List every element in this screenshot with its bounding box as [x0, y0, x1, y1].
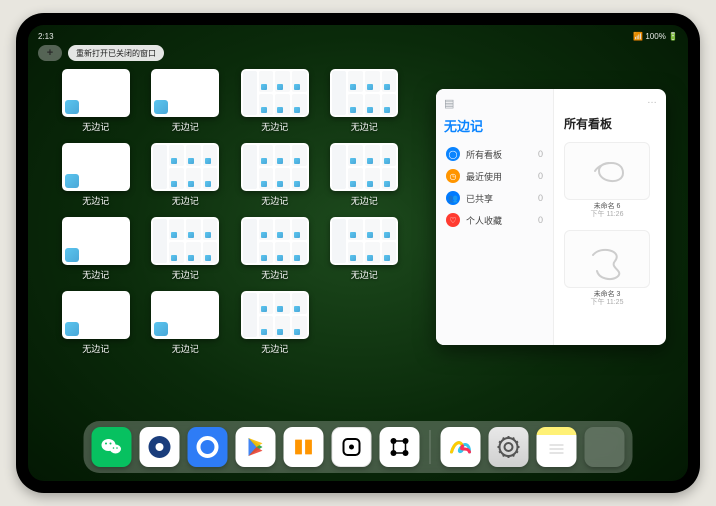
window-thumb[interactable]: 无边记 [150, 217, 222, 281]
sidebar-item-count: 0 [538, 193, 543, 203]
top-bar: + 重新打开已关闭的窗口 [38, 45, 164, 61]
more-options-icon[interactable]: … [647, 95, 658, 106]
dock-play-icon[interactable] [236, 427, 276, 467]
dock-books-icon[interactable] [284, 427, 324, 467]
window-thumb-preview [330, 69, 398, 117]
window-thumb-preview [151, 69, 219, 117]
window-thumb[interactable]: 无边记 [60, 217, 132, 281]
dock-notes-icon[interactable] [537, 427, 577, 467]
board-meta: 未命名 6下午 11:26 [564, 203, 650, 220]
window-thumb-preview [241, 69, 309, 117]
window-thumb-label: 无边记 [172, 120, 199, 133]
window-thumb-preview [330, 217, 398, 265]
window-thumb-label: 无边记 [351, 194, 378, 207]
dock-qqbrowser-icon[interactable] [188, 427, 228, 467]
status-right: 📶 100% 🔋 [633, 32, 678, 41]
window-thumb[interactable]: 无边记 [150, 291, 222, 355]
window-thumb-label: 无边记 [172, 342, 199, 355]
dock-browser-icon[interactable] [140, 427, 180, 467]
sidebar-item-label: 已共享 [466, 192, 493, 205]
app-main: … 所有看板 未命名 6下午 11:26 未命名 3下午 11:25 [554, 89, 666, 345]
window-thumb-preview [241, 143, 309, 191]
status-bar: 2:13 📶 100% 🔋 [28, 29, 688, 43]
window-thumb-preview [241, 217, 309, 265]
new-window-button[interactable]: + [38, 45, 62, 61]
window-thumb-label: 无边记 [82, 342, 109, 355]
window-thumb[interactable]: 无边记 [60, 69, 132, 133]
dock-settings-icon[interactable] [489, 427, 529, 467]
window-thumb[interactable]: 无边记 [329, 69, 401, 133]
window-thumb-preview [62, 69, 130, 117]
window-thumb[interactable]: 无边记 [60, 291, 132, 355]
window-thumb[interactable]: 无边记 [239, 69, 311, 133]
window-thumb-preview [241, 291, 309, 339]
freeform-app-window[interactable]: ▤ 无边记 ◯ 所有看板 0 ◷ 最近使用 0 👥 已共享 0 ♡ 个人收藏 0 … 所有看板 未命名… [436, 89, 666, 345]
window-thumb-label: 无边记 [172, 268, 199, 281]
window-thumb-label: 无边记 [172, 194, 199, 207]
sidebar-item-icon: ◯ [446, 147, 460, 161]
sidebar-toggle-icon[interactable]: ▤ [444, 97, 545, 110]
dock-nodes-icon[interactable] [380, 427, 420, 467]
sidebar-item-icon: ♡ [446, 213, 460, 227]
sidebar-item-count: 0 [538, 149, 543, 159]
sidebar-item[interactable]: 👥 已共享 0 [444, 187, 545, 209]
window-thumb[interactable]: 无边记 [150, 143, 222, 207]
sidebar-title: 无边记 [444, 116, 545, 135]
dock-separator [430, 430, 431, 464]
app-sidebar: ▤ 无边记 ◯ 所有看板 0 ◷ 最近使用 0 👥 已共享 0 ♡ 个人收藏 0 [436, 89, 554, 345]
window-thumb-label: 无边记 [351, 120, 378, 133]
dock [84, 421, 633, 473]
window-thumb-preview [151, 291, 219, 339]
board-card[interactable]: 未命名 6下午 11:26 [564, 142, 650, 220]
status-time: 2:13 [38, 32, 54, 41]
window-thumb-label: 无边记 [351, 268, 378, 281]
window-thumb-label: 无边记 [82, 194, 109, 207]
sidebar-item-icon: ◷ [446, 169, 460, 183]
window-thumb-preview [151, 217, 219, 265]
reopen-closed-window-button[interactable]: 重新打开已关闭的窗口 [68, 45, 164, 61]
window-thumb[interactable]: 无边记 [60, 143, 132, 207]
ipad-screen: 2:13 📶 100% 🔋 + 重新打开已关闭的窗口 无边记无边记无边记无边记无… [28, 25, 688, 481]
window-thumb[interactable]: 无边记 [150, 69, 222, 133]
sidebar-item-count: 0 [538, 171, 543, 181]
window-thumb[interactable]: 无边记 [239, 143, 311, 207]
window-thumb-label: 无边记 [261, 342, 288, 355]
window-thumb[interactable]: 无边记 [329, 143, 401, 207]
ipad-frame: 2:13 📶 100% 🔋 + 重新打开已关闭的窗口 无边记无边记无边记无边记无… [16, 13, 700, 493]
expose-grid: 无边记无边记无边记无边记无边记无边记无边记无边记无边记无边记无边记无边记无边记无… [60, 69, 400, 355]
window-thumb[interactable]: 无边记 [239, 217, 311, 281]
window-thumb[interactable]: 无边记 [329, 217, 401, 281]
window-thumb-label: 无边记 [261, 194, 288, 207]
sidebar-item-count: 0 [538, 215, 543, 225]
dock-freeform-icon[interactable] [441, 427, 481, 467]
window-thumb[interactable]: 无边记 [239, 291, 311, 355]
main-title: 所有看板 [564, 115, 656, 132]
board-thumb [564, 230, 650, 288]
window-thumb-preview [151, 143, 219, 191]
window-thumb-label: 无边记 [82, 120, 109, 133]
dock-dice-icon[interactable] [332, 427, 372, 467]
window-thumb-preview [62, 217, 130, 265]
window-thumb-preview [330, 143, 398, 191]
dock-wechat-icon[interactable] [92, 427, 132, 467]
sidebar-item[interactable]: ◯ 所有看板 0 [444, 143, 545, 165]
board-card[interactable]: 未命名 3下午 11:25 [564, 230, 650, 308]
sidebar-item-label: 个人收藏 [466, 214, 502, 227]
window-thumb-preview [62, 143, 130, 191]
board-meta: 未命名 3下午 11:25 [564, 291, 650, 308]
board-thumb [564, 142, 650, 200]
window-thumb-label: 无边记 [261, 120, 288, 133]
window-thumb-label: 无边记 [82, 268, 109, 281]
sidebar-item-icon: 👥 [446, 191, 460, 205]
sidebar-item-label: 所有看板 [466, 148, 502, 161]
sidebar-item[interactable]: ♡ 个人收藏 0 [444, 209, 545, 231]
window-thumb-preview [62, 291, 130, 339]
window-thumb-label: 无边记 [261, 268, 288, 281]
sidebar-item[interactable]: ◷ 最近使用 0 [444, 165, 545, 187]
dock-recents-icon[interactable] [585, 427, 625, 467]
sidebar-item-label: 最近使用 [466, 170, 502, 183]
